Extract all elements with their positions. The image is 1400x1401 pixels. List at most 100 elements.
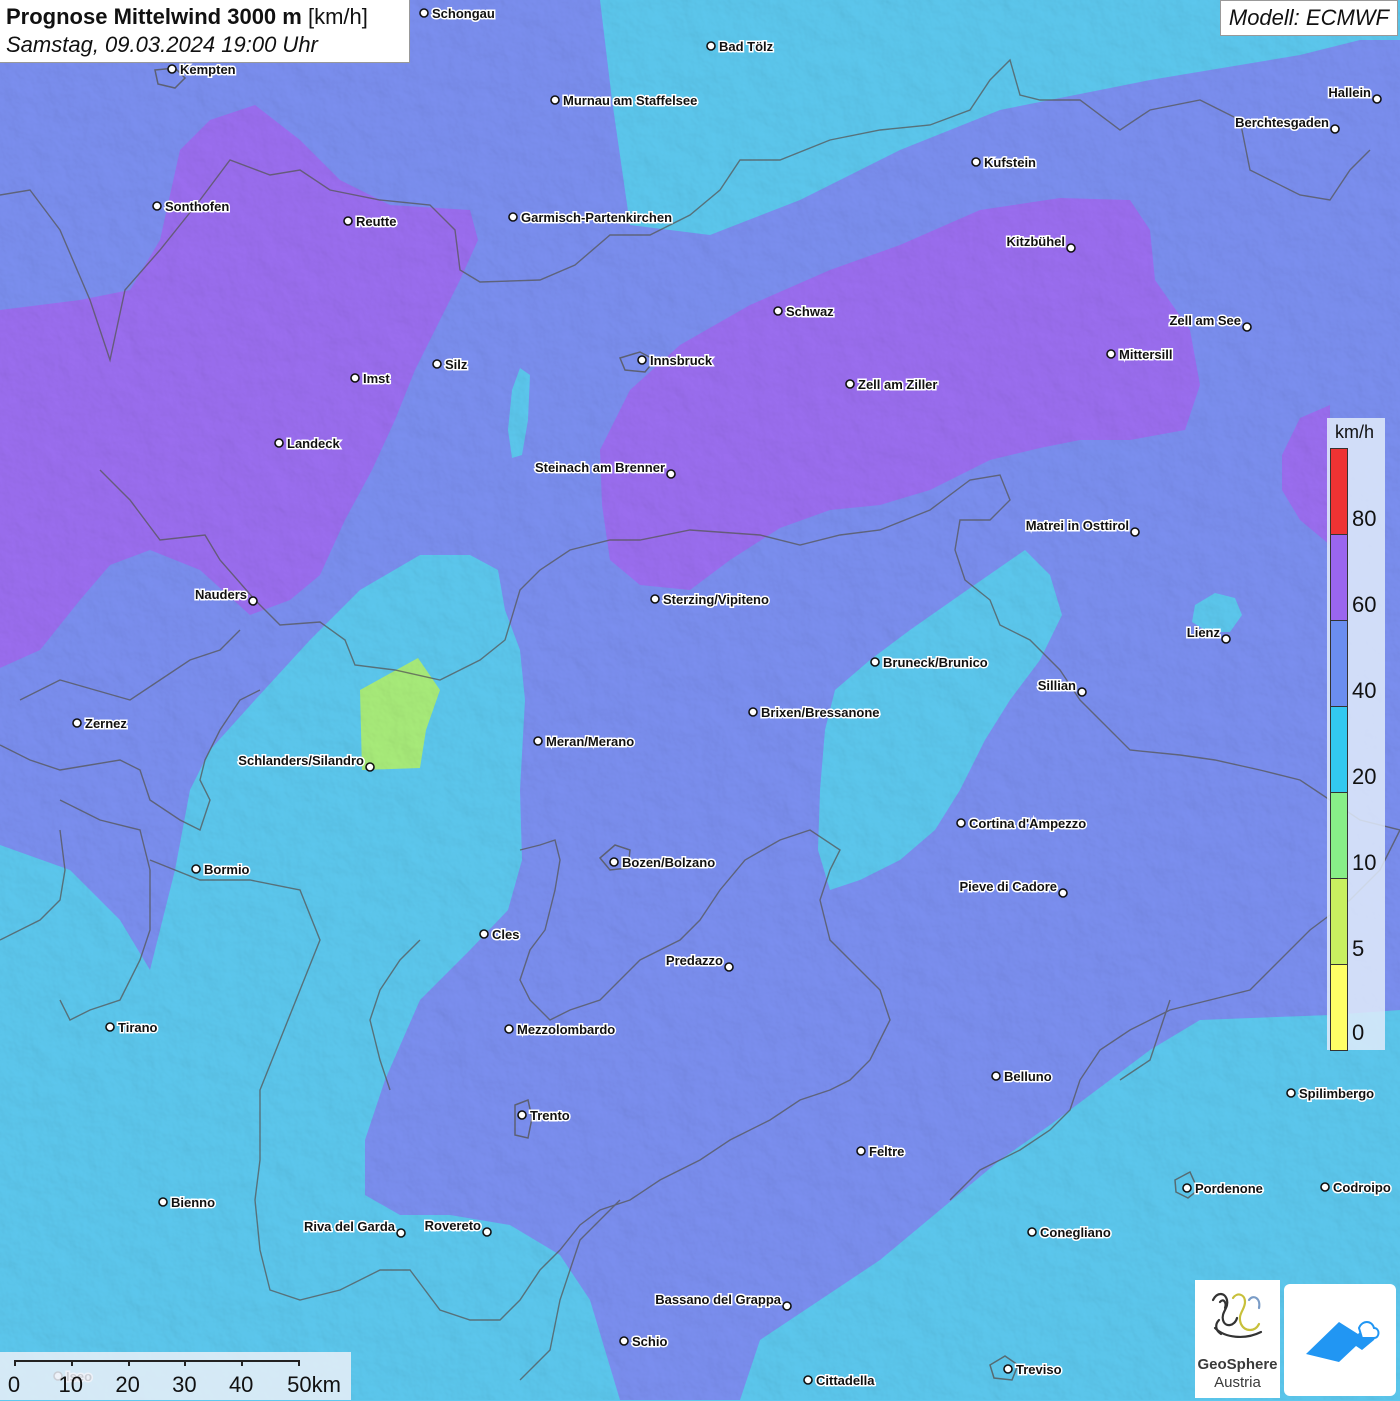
circle-marker-icon: [504, 1024, 514, 1034]
circle-marker-icon: [550, 95, 560, 105]
circle-marker-icon: [1003, 1364, 1013, 1374]
city-label: Cles: [492, 927, 519, 942]
city-label: Berchtesgaden: [1235, 115, 1329, 130]
circle-marker-icon: [1182, 1183, 1192, 1193]
weather-app-logo[interactable]: [1284, 1284, 1396, 1396]
legend-label: 60: [1352, 592, 1377, 617]
legend-label: 20: [1352, 764, 1377, 789]
scale-label: 50km: [287, 1372, 341, 1397]
circle-marker-icon: [508, 212, 518, 222]
legend-label: 0: [1352, 1020, 1365, 1045]
city-label: Zernez: [85, 716, 127, 731]
geosphere-logo[interactable]: GeoSphere Austria: [1195, 1280, 1280, 1398]
scale-label: 40: [228, 1372, 254, 1397]
legend-swatch: [1330, 706, 1348, 793]
city-schongau: Schongau: [419, 5, 496, 23]
city-zell-am-ziller: Zell am Ziller: [845, 376, 939, 394]
circle-marker-icon: [666, 469, 676, 479]
city-spilimbergo: Spilimbergo: [1286, 1085, 1376, 1103]
circle-marker-icon: [1221, 634, 1231, 644]
circle-marker-icon: [365, 762, 375, 772]
city-label: Silz: [445, 357, 468, 372]
city-garmisch-partenkirchen: Garmisch-Partenkirchen: [508, 209, 674, 227]
city-label: Codroipo: [1333, 1180, 1391, 1195]
city-label: Bormio: [204, 862, 250, 877]
city-label: Spilimbergo: [1299, 1086, 1374, 1101]
city-cortina-d-ampezzo: Cortina d'Ampezzo: [956, 815, 1088, 833]
city-label: Treviso: [1016, 1362, 1062, 1377]
circle-marker-icon: [1077, 687, 1087, 697]
circle-marker-icon: [803, 1375, 813, 1385]
color-legend: km/h 0 5 10 20 40 60 80: [1327, 418, 1385, 1051]
legend-swatch: [1330, 792, 1348, 879]
circle-marker-icon: [396, 1228, 406, 1238]
city-label: Zell am Ziller: [858, 377, 937, 392]
legend-label: 10: [1352, 850, 1377, 875]
city-label: Mezzolombardo: [517, 1022, 615, 1037]
city-label: Feltre: [869, 1144, 904, 1159]
city-label: Garmisch-Partenkirchen: [521, 210, 672, 225]
city-sonthofen: Sonthofen: [152, 198, 231, 216]
scale-label: 0: [7, 1372, 21, 1397]
circle-marker-icon: [274, 438, 284, 448]
weather-app-icon: [1306, 1321, 1380, 1362]
map-title-unit: [km/h]: [307, 4, 368, 29]
circle-marker-icon: [248, 596, 258, 606]
city-meran-merano: Meran/Merano: [533, 733, 636, 751]
circle-marker-icon: [1130, 527, 1140, 537]
city-label: Schwaz: [786, 304, 834, 319]
geosphere-logo-icon: [1211, 1292, 1263, 1338]
city-label: Kempten: [180, 62, 236, 77]
circle-marker-icon: [482, 1227, 492, 1237]
city-label: Hallein: [1328, 85, 1371, 100]
city-sterzing-vipiteno: Sterzing/Vipiteno: [650, 591, 770, 609]
city-label: Brixen/Bressanone: [761, 705, 880, 720]
circle-marker-icon: [105, 1022, 115, 1032]
legend-label: 5: [1352, 936, 1365, 961]
circle-marker-icon: [637, 355, 647, 365]
legend-label: 40: [1352, 678, 1377, 703]
circle-marker-icon: [1106, 349, 1116, 359]
circle-marker-icon: [956, 818, 966, 828]
circle-marker-icon: [350, 373, 360, 383]
city-pordenone: Pordenone: [1182, 1180, 1264, 1198]
geosphere-subname: Austria: [1214, 1374, 1261, 1391]
city-label: Sterzing/Vipiteno: [663, 592, 769, 607]
city-label: Bozen/Bolzano: [622, 855, 715, 870]
city-label: Riva del Garda: [304, 1219, 396, 1234]
city-label: Bienno: [171, 1195, 215, 1210]
circle-marker-icon: [1058, 888, 1068, 898]
city-label: Predazzo: [666, 953, 723, 968]
circle-marker-icon: [1242, 322, 1252, 332]
circle-marker-icon: [724, 962, 734, 972]
city-label: Zell am See: [1169, 313, 1241, 328]
city-label: Innsbruck: [650, 353, 713, 368]
city-label: Belluno: [1004, 1069, 1052, 1084]
city-label: Pordenone: [1195, 1181, 1263, 1196]
circle-marker-icon: [609, 857, 619, 867]
scale-tick: [298, 1360, 300, 1366]
city-label: Schio: [632, 1334, 667, 1349]
scale-bar: 0 10 20 30 40 50km: [0, 1352, 351, 1400]
circle-marker-icon: [991, 1071, 1001, 1081]
circle-marker-icon: [152, 201, 162, 211]
map-title-main: Prognose Mittelwind 3000 m: [6, 4, 302, 29]
city-label: Imst: [363, 371, 390, 386]
circle-marker-icon: [1286, 1088, 1296, 1098]
city-label: Sillian: [1038, 678, 1076, 693]
city-label: Cortina d'Ampezzo: [969, 816, 1086, 831]
circle-marker-icon: [167, 64, 177, 74]
wind-map: Schongau Bad Tölz Kempten Murnau am Staffel…: [0, 0, 1400, 1400]
city-brixen-bressanone: Brixen/Bressanone: [748, 704, 881, 722]
circle-marker-icon: [432, 359, 442, 369]
legend-unit: km/h: [1335, 422, 1375, 442]
circle-marker-icon: [1027, 1227, 1037, 1237]
city-innsbruck: Innsbruck: [637, 352, 714, 370]
legend-swatch: [1330, 534, 1348, 621]
city-label: Schongau: [432, 6, 495, 21]
scale-label: 30: [172, 1372, 197, 1397]
city-label: Kitzbühel: [1007, 234, 1066, 249]
scale-tick: [70, 1360, 73, 1366]
scale-line: [14, 1360, 298, 1362]
city-label: Pieve di Cadore: [959, 879, 1057, 894]
